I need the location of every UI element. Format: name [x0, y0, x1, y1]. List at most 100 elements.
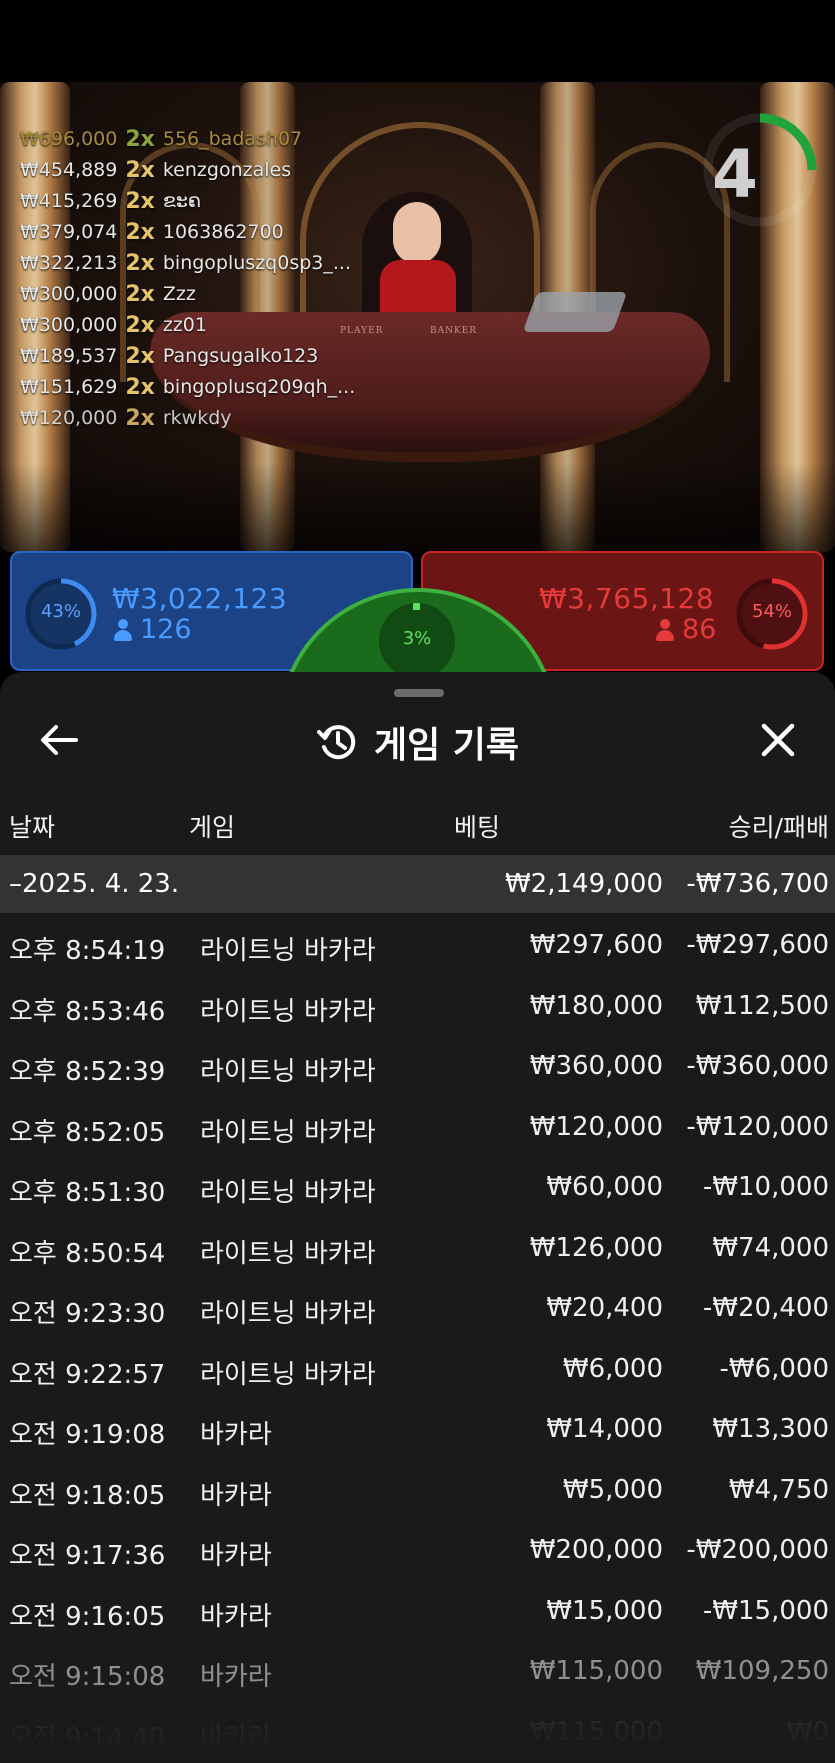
winner-row: ₩189,537 2x Pangsugalko123: [20, 341, 355, 372]
tie-percent: 3%: [402, 628, 432, 649]
row-time: 오전 9:23:30: [9, 1299, 166, 1329]
winner-amount: ₩189,537: [20, 345, 118, 367]
winner-amount: ₩120,000: [20, 407, 118, 429]
winner-multiplier: 2x: [125, 344, 155, 369]
sheet-drag-handle[interactable]: [394, 689, 444, 697]
banker-total-amount: ₩3,765,128: [539, 582, 715, 615]
history-row[interactable]: 오전 9:23:30 라이트닝 바카라 ₩20,400 -₩20,400: [0, 1278, 835, 1339]
row-bet: ₩360,000: [529, 1051, 663, 1081]
column-bet: 베팅: [454, 813, 501, 842]
row-bet: ₩6,000: [562, 1353, 663, 1384]
winner-row: ₩300,000 2x Zzz: [20, 279, 355, 310]
winner-name: 556_badash07: [162, 128, 303, 150]
person-icon: [656, 618, 674, 641]
winner-multiplier: 2x: [125, 220, 155, 245]
history-icon: [316, 725, 356, 760]
sheet-header: 게임 기록: [0, 716, 835, 768]
winner-row: ₩151,629 2x bingoplusq209qh_...: [20, 372, 355, 403]
row-game: 바카라: [200, 1601, 272, 1632]
row-game: 바카라: [200, 1541, 272, 1571]
date-group-row[interactable]: –2025. 4. 23. ₩2,149,000 -₩736,700: [0, 855, 835, 913]
winner-row: ₩415,269 2x ຂະຄ: [20, 186, 355, 217]
winner-name: Zzz: [162, 283, 196, 305]
row-time: 오후 8:50:54: [9, 1238, 166, 1269]
player-bettor-count: 126: [114, 614, 192, 645]
row-bet: ₩180,000: [529, 990, 663, 1021]
history-row[interactable]: 오전 9:22:57 라이트닝 바카라 ₩6,000 -₩6,000: [0, 1339, 835, 1400]
column-result: 승리/패배: [728, 813, 829, 842]
column-game: 게임: [189, 813, 236, 842]
row-result: -₩15,000: [702, 1595, 829, 1626]
history-rows: 오후 8:54:19 라이트닝 바카라 ₩297,600 -₩297,600 오후 8:…: [0, 915, 835, 1762]
row-result: -₩360,000: [686, 1051, 829, 1081]
winner-amount: ₩322,213: [20, 252, 118, 274]
winner-amount: ₩151,629: [20, 376, 118, 398]
row-game: 라이트닝 바카라: [200, 1359, 376, 1390]
row-bet: ₩120,000: [529, 1111, 663, 1142]
row-bet: ₩20,400: [546, 1293, 663, 1323]
winner-amount: ₩300,000: [20, 283, 118, 305]
sheet-title: 게임 기록: [373, 725, 519, 766]
date-group-result-total: -₩736,700: [686, 869, 829, 899]
row-bet: ₩5,000: [562, 1474, 663, 1505]
history-row[interactable]: 오후 8:52:05 라이트닝 바카라 ₩120,000 -₩120,000: [0, 1097, 835, 1158]
close-button[interactable]: [756, 718, 800, 762]
row-time: 오후 8:53:46: [9, 996, 166, 1027]
winner-name: kenzgonzales: [162, 159, 292, 181]
row-result: -₩120,000: [686, 1111, 829, 1142]
winner-multiplier: 2x: [125, 282, 155, 307]
history-row[interactable]: 오후 8:51:30 라이트닝 바카라 ₩60,000 -₩10,000: [0, 1157, 835, 1218]
banker-percent: 54%: [751, 601, 792, 622]
winner-multiplier: 2x: [125, 375, 155, 400]
row-result: ₩4,750: [728, 1474, 829, 1505]
row-time: 오후 8:52:39: [9, 1057, 166, 1087]
winner-multiplier: 2x: [125, 189, 155, 214]
row-result: -₩200,000: [686, 1535, 829, 1565]
winner-name: Pangsugalko123: [162, 345, 319, 367]
status-bar: [0, 0, 835, 82]
row-result: ₩112,500: [695, 990, 829, 1021]
winner-amount: ₩379,074: [20, 221, 118, 243]
winner-row: ₩379,074 2x 1063862700: [20, 217, 355, 248]
countdown-timer-value: 4: [712, 136, 758, 213]
winner-amount: ₩454,889: [20, 159, 118, 181]
history-row[interactable]: 오후 8:50:54 라이트닝 바카라 ₩126,000 ₩74,000: [0, 1218, 835, 1279]
row-time: 오후 8:54:19: [9, 936, 166, 966]
row-time: 오후 8:51:30: [9, 1178, 166, 1208]
history-row[interactable]: 오전 9:16:05 바카라 ₩15,000 -₩15,000: [0, 1581, 835, 1642]
row-result: -₩10,000: [702, 1172, 829, 1202]
row-bet: ₩60,000: [546, 1172, 663, 1202]
history-row[interactable]: 오전 9:19:08 바카라 ₩14,000 ₩13,300: [0, 1399, 835, 1460]
row-game: 라이트닝 바카라: [200, 1299, 376, 1329]
history-row[interactable]: 오후 8:54:19 라이트닝 바카라 ₩297,600 -₩297,600: [0, 915, 835, 976]
winner-name: rkwkdy: [162, 407, 232, 429]
close-icon: [761, 723, 795, 757]
winner-row: ₩696,000 2x 556_badash07: [20, 124, 355, 155]
winner-row: ₩120,000 2x rkwkdy: [20, 403, 355, 434]
row-time: 오전 9:16:05: [9, 1601, 166, 1632]
history-row[interactable]: 오후 8:53:46 라이트닝 바카라 ₩180,000 ₩112,500: [0, 976, 835, 1037]
winner-name: bingopluszq0sp3_...: [162, 252, 351, 274]
history-row[interactable]: 오후 8:52:39 라이트닝 바카라 ₩360,000 -₩360,000: [0, 1036, 835, 1097]
winner-multiplier: 2x: [125, 251, 155, 276]
row-time: 오전 9:22:57: [9, 1359, 166, 1390]
history-row[interactable]: 오전 9:17:36 바카라 ₩200,000 -₩200,000: [0, 1520, 835, 1581]
table-header: 날짜 게임 베팅 승리/패배: [0, 792, 835, 852]
player-percent: 43%: [40, 601, 81, 622]
history-row[interactable]: 오전 9:18:05 바카라 ₩5,000 ₩4,750: [0, 1460, 835, 1521]
winner-name: 1063862700: [162, 221, 284, 243]
winner-amount: ₩696,000: [20, 128, 118, 150]
row-game: 라이트닝 바카라: [200, 1117, 376, 1148]
row-bet: ₩297,600: [529, 930, 663, 960]
row-bet: ₩126,000: [529, 1232, 663, 1263]
row-game: 라이트닝 바카라: [200, 1238, 376, 1269]
winner-multiplier: 2x: [125, 406, 155, 431]
winner-multiplier: 2x: [125, 158, 155, 183]
player-count-value: 126: [140, 614, 192, 645]
row-game: 라이트닝 바카라: [200, 936, 376, 966]
row-bet: ₩15,000: [546, 1595, 663, 1626]
winner-amount: ₩415,269: [20, 190, 118, 212]
winner-multiplier: 2x: [125, 127, 155, 152]
row-time: 오후 8:52:05: [9, 1117, 166, 1148]
banker-bettor-count: 86: [656, 614, 716, 645]
